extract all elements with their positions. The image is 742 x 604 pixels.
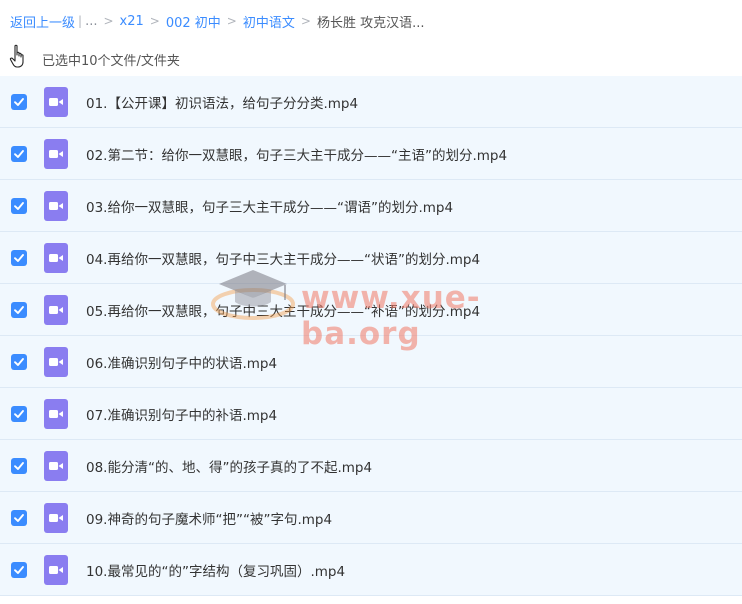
checkbox[interactable] bbox=[11, 301, 27, 318]
file-name[interactable]: 08.能分清“的、地、得”的孩子真的了不起.mp4 bbox=[86, 456, 372, 476]
file-row[interactable]: 02.第二节：给你一双慧眼，句子三大主干成分——“主语”的划分.mp4 bbox=[0, 128, 742, 180]
file-name[interactable]: 03.给你一双慧眼，句子三大主干成分——“谓语”的划分.mp4 bbox=[86, 196, 453, 216]
file-row[interactable]: 07.准确识别句子中的补语.mp4 bbox=[0, 388, 742, 440]
file-row[interactable]: 06.准确识别句子中的状语.mp4 bbox=[0, 336, 742, 388]
checkbox[interactable] bbox=[11, 457, 27, 474]
video-file-icon bbox=[44, 190, 68, 221]
checkbox[interactable] bbox=[11, 353, 27, 370]
video-file-icon bbox=[44, 86, 68, 117]
video-file-icon bbox=[44, 242, 68, 273]
selection-count: 已选中10个文件/文件夹 bbox=[42, 54, 180, 69]
checkmark-icon bbox=[14, 201, 24, 210]
checkbox[interactable] bbox=[11, 249, 27, 266]
file-name[interactable]: 09.神奇的句子魔术师“把”“被”字句.mp4 bbox=[86, 508, 332, 528]
checkbox[interactable] bbox=[11, 197, 27, 214]
video-file-icon bbox=[44, 502, 68, 533]
checkbox[interactable] bbox=[11, 405, 27, 422]
file-list: 01.【公开课】初识语法，给句子分分类.mp4 02.第二节：给你一双慧眼，句子… bbox=[0, 76, 742, 596]
file-row[interactable]: 05.再给你一双慧眼，句子中三大主干成分——“补语”的划分.mp4 bbox=[0, 284, 742, 336]
file-name[interactable]: 04.再给你一双慧眼，句子中三大主干成分——“状语”的划分.mp4 bbox=[86, 248, 480, 268]
file-name[interactable]: 02.第二节：给你一双慧眼，句子三大主干成分——“主语”的划分.mp4 bbox=[86, 144, 507, 164]
back-link[interactable]: 返回上一级 bbox=[10, 12, 75, 31]
chevron-right-icon: > bbox=[226, 14, 237, 28]
file-name[interactable]: 10.最常见的“的”字结构（复习巩固）.mp4 bbox=[86, 560, 345, 580]
chevron-right-icon: > bbox=[300, 14, 311, 28]
checkmark-icon bbox=[14, 565, 24, 574]
checkbox[interactable] bbox=[11, 145, 27, 162]
hand-cursor-icon bbox=[9, 44, 24, 68]
checkmark-icon bbox=[14, 409, 24, 418]
checkbox[interactable] bbox=[11, 561, 27, 578]
selection-bar: 已选中10个文件/文件夹 bbox=[0, 44, 742, 72]
breadcrumb-item-chinese[interactable]: 初中语文 bbox=[243, 12, 295, 31]
file-name[interactable]: 06.准确识别句子中的状语.mp4 bbox=[86, 352, 277, 372]
file-row[interactable]: 04.再给你一双慧眼，句子中三大主干成分——“状语”的划分.mp4 bbox=[0, 232, 742, 284]
checkmark-icon bbox=[14, 97, 24, 106]
checkmark-icon bbox=[14, 357, 24, 366]
checkbox[interactable] bbox=[11, 93, 27, 110]
video-file-icon bbox=[44, 398, 68, 429]
file-name[interactable]: 05.再给你一双慧眼，句子中三大主干成分——“补语”的划分.mp4 bbox=[86, 300, 480, 320]
file-row[interactable]: 10.最常见的“的”字结构（复习巩固）.mp4 bbox=[0, 544, 742, 596]
file-name[interactable]: 01.【公开课】初识语法，给句子分分类.mp4 bbox=[86, 92, 358, 112]
checkmark-icon bbox=[14, 305, 24, 314]
video-file-icon bbox=[44, 138, 68, 169]
video-file-icon bbox=[44, 450, 68, 481]
chevron-right-icon: > bbox=[103, 14, 114, 28]
breadcrumb-item-x21[interactable]: x21 bbox=[120, 14, 144, 29]
video-file-icon bbox=[44, 554, 68, 585]
video-file-icon bbox=[44, 294, 68, 325]
file-name[interactable]: 07.准确识别句子中的补语.mp4 bbox=[86, 404, 277, 424]
checkbox[interactable] bbox=[11, 509, 27, 526]
breadcrumb-divider: | bbox=[78, 14, 83, 28]
checkmark-icon bbox=[14, 149, 24, 158]
breadcrumb-ellipsis[interactable]: ... bbox=[85, 14, 97, 29]
file-row[interactable]: 01.【公开课】初识语法，给句子分分类.mp4 bbox=[0, 76, 742, 128]
breadcrumb: 返回上一级 | ... > x21 > 002 初中 > 初中语文 > 杨长胜 … bbox=[10, 12, 425, 31]
checkmark-icon bbox=[14, 461, 24, 470]
breadcrumb-item-002[interactable]: 002 初中 bbox=[166, 12, 221, 31]
file-row[interactable]: 08.能分清“的、地、得”的孩子真的了不起.mp4 bbox=[0, 440, 742, 492]
checkmark-icon bbox=[14, 513, 24, 522]
checkmark-icon bbox=[14, 253, 24, 262]
video-file-icon bbox=[44, 346, 68, 377]
chevron-right-icon: > bbox=[149, 14, 160, 28]
breadcrumb-current: 杨长胜 攻克汉语... bbox=[316, 15, 425, 31]
file-row[interactable]: 09.神奇的句子魔术师“把”“被”字句.mp4 bbox=[0, 492, 742, 544]
file-row[interactable]: 03.给你一双慧眼，句子三大主干成分——“谓语”的划分.mp4 bbox=[0, 180, 742, 232]
